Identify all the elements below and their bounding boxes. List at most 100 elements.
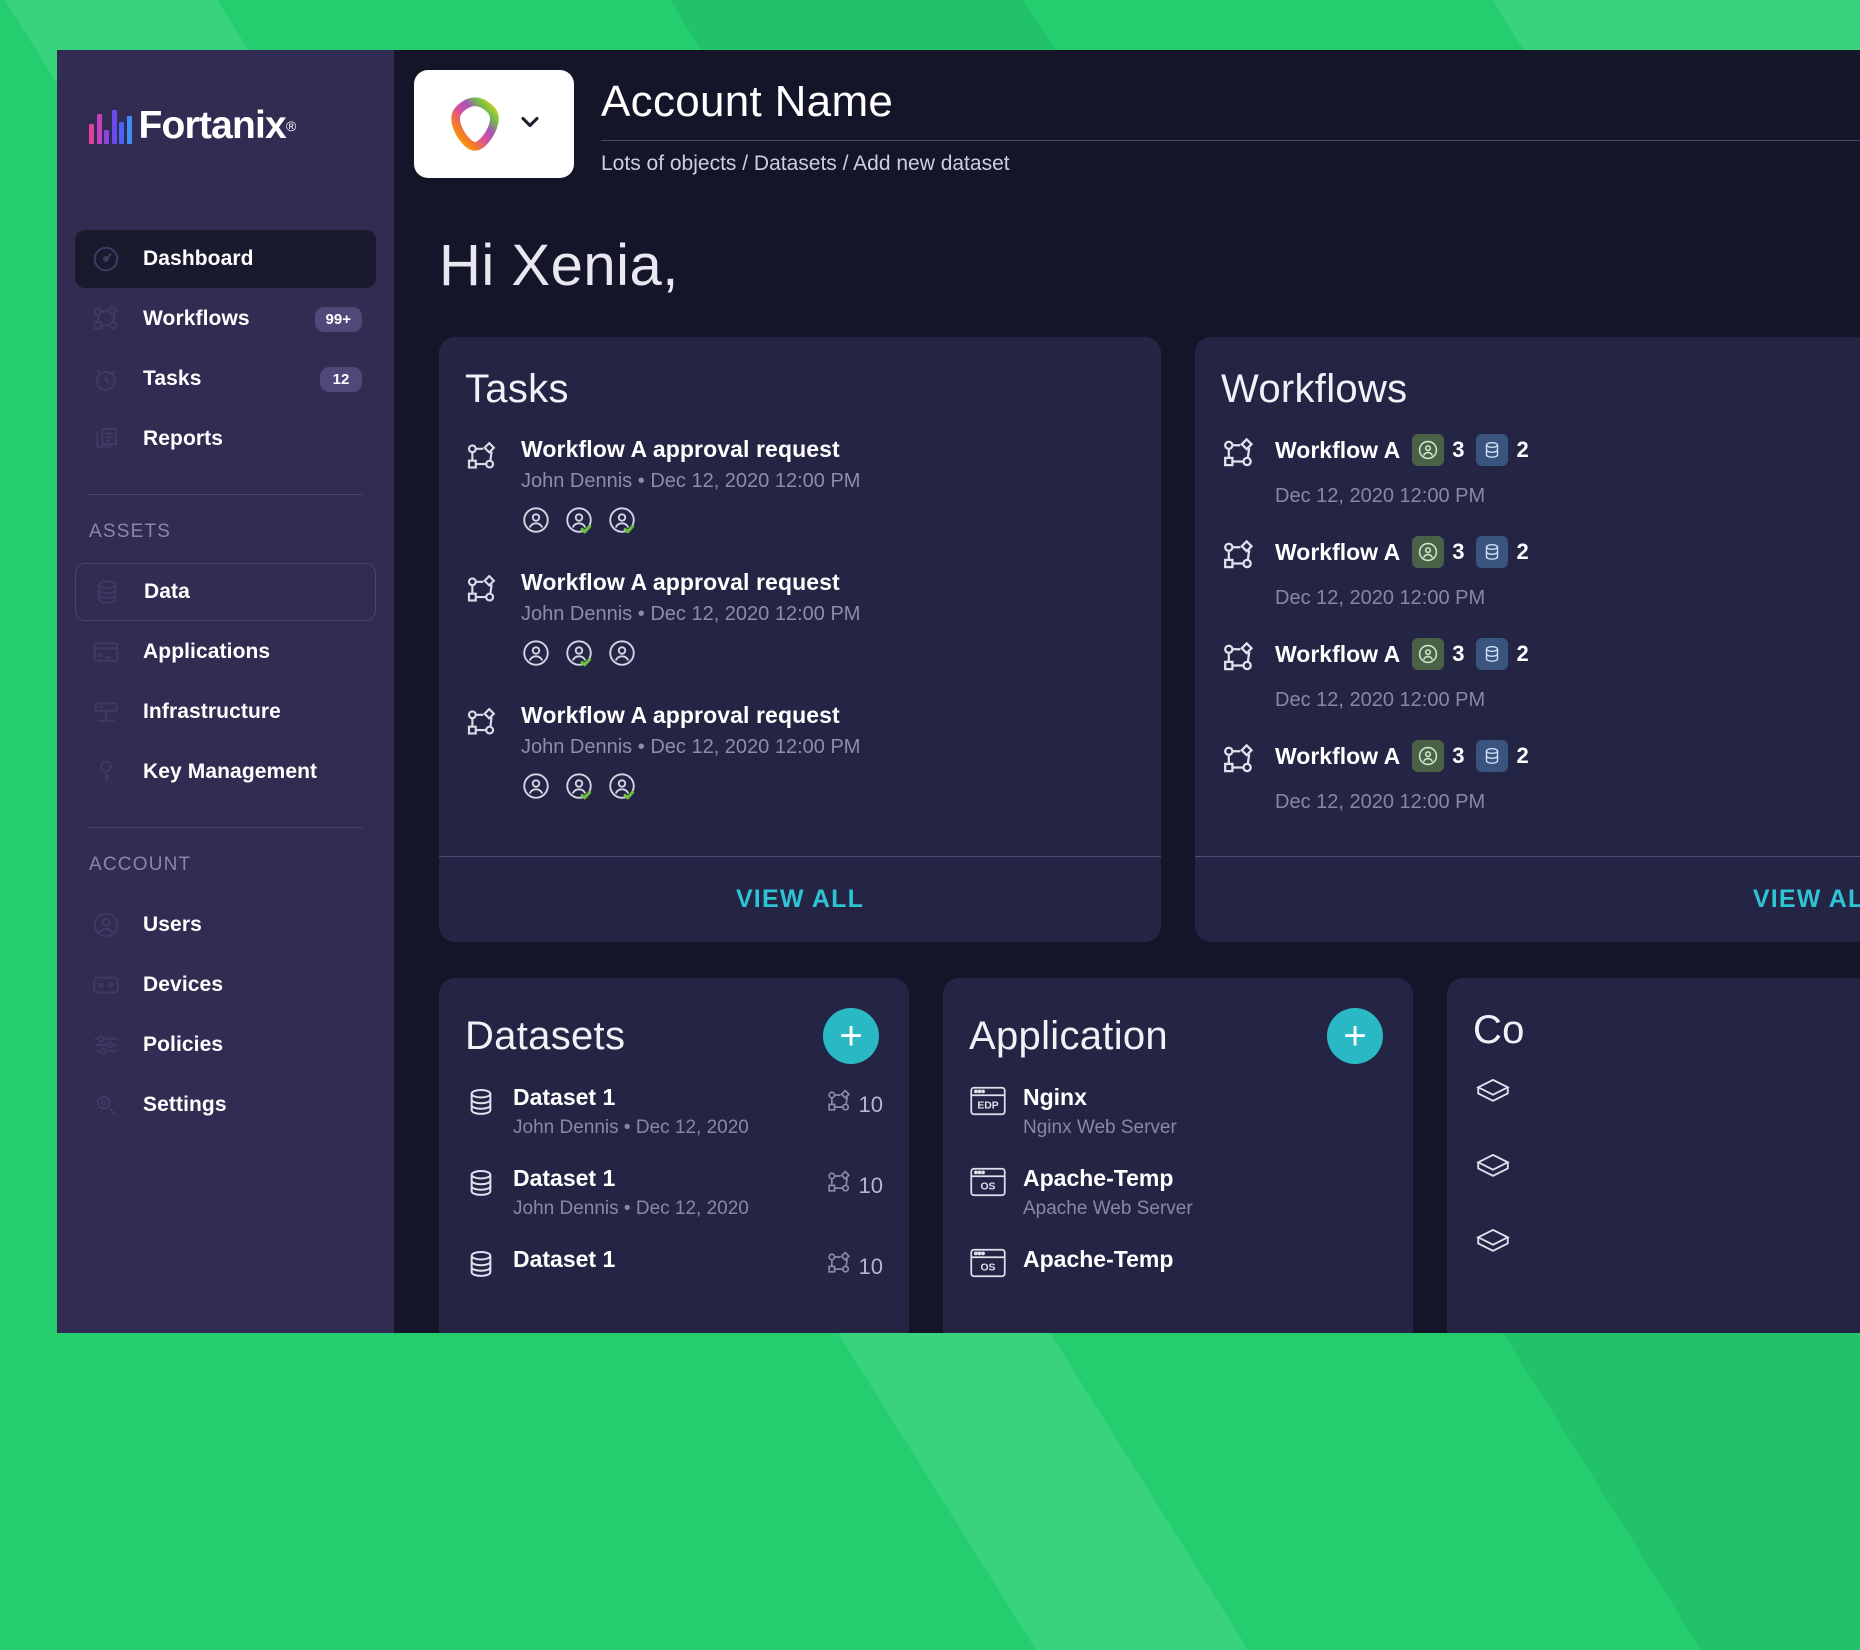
application-window-icon: EDP (969, 1084, 1009, 1121)
sidebar-item-data[interactable]: Data (75, 563, 376, 621)
tasks-list: Workflow A approval request John Dennis … (439, 412, 1161, 801)
workflow-users-count: 3 (1452, 539, 1465, 564)
database-icon (1476, 434, 1509, 466)
sidebar-item-label: Settings (143, 1093, 227, 1116)
workflows-card-title: Workflows (1221, 367, 1408, 411)
sidebar-item-dashboard[interactable]: Dashboard (75, 230, 376, 288)
sidebar-item-label: Tasks (143, 367, 202, 390)
workflow-datasets-count: 2 (1516, 743, 1529, 768)
dataset-row[interactable]: Dataset 1 John Dennis • Dec 12, 2020 10 (465, 1084, 883, 1139)
avatar[interactable] (564, 505, 594, 535)
sidebar-item-infrastructure[interactable]: Infrastructure (75, 683, 376, 741)
view-all-workflows-button[interactable]: VIEW ALL (1753, 885, 1860, 914)
sidebar-item-devices[interactable]: Devices (75, 956, 376, 1014)
avatar[interactable] (607, 638, 637, 668)
workflow-icon (465, 702, 501, 801)
sidebar-item-users[interactable]: Users (75, 896, 376, 954)
svg-text:EDP: EDP (977, 1101, 998, 1112)
avatar[interactable] (521, 505, 551, 535)
avatar[interactable] (564, 771, 594, 801)
application-row[interactable]: OS Apache-Temp Apache Web Server (969, 1165, 1387, 1220)
approver-avatars (521, 505, 1135, 535)
avatar[interactable] (607, 505, 637, 535)
sidebar-item-label: Reports (143, 427, 224, 450)
sidebar-item-reports[interactable]: Reports (75, 410, 376, 468)
application-row[interactable]: EDP Nginx Nginx Web Server (969, 1084, 1387, 1139)
workflow-row[interactable]: Workflow A 3 2 Dec 12, 2020 12:00 PM (1221, 740, 1860, 814)
workflow-name: Workflow A (1275, 538, 1401, 565)
workflow-users-count: 3 (1452, 437, 1465, 462)
workflow-datasets-count: 2 (1516, 641, 1529, 666)
workflow-name: Workflow A (1275, 640, 1401, 667)
application-desc: Nginx Web Server (1023, 1117, 1177, 1138)
sidebar-item-policies[interactable]: Policies (75, 1016, 376, 1074)
application-name: Apache-Temp (1023, 1246, 1174, 1272)
chevron-down-icon (516, 108, 544, 141)
task-meta: John Dennis • Dec 12, 2020 12:00 PM (521, 470, 1135, 493)
dataset-workflow-count: 10 (826, 1246, 883, 1283)
workflow-datasets-chip: 2 (1476, 434, 1529, 466)
workflow-row[interactable]: Workflow A 3 2 Dec 12, 2020 12:00 PM (1221, 536, 1860, 610)
brand-logo[interactable]: Fortanix ® (57, 50, 394, 170)
view-all-tasks-button[interactable]: VIEW ALL (736, 885, 864, 914)
device-icon (89, 968, 123, 1002)
workflow-row[interactable]: Workflow A 3 2 Dec 12, 2020 12:00 PM (1221, 434, 1860, 508)
workflow-datasets-count: 2 (1516, 437, 1529, 462)
sidebar-item-label: Dashboard (143, 247, 254, 270)
application-name: Nginx (1023, 1084, 1087, 1110)
application-row[interactable]: OS Apache-Temp (969, 1246, 1387, 1283)
sidebar-item-settings[interactable]: Settings (75, 1076, 376, 1134)
add-application-button[interactable]: + (1327, 1008, 1383, 1064)
sidebar-item-label: Infrastructure (143, 700, 281, 723)
workflow-datasets-chip: 2 (1476, 638, 1529, 670)
dataset-separator: • (623, 1117, 631, 1138)
brand-name: Fortanix (138, 104, 287, 147)
workflow-date: Dec 12, 2020 12:00 PM (1275, 791, 1486, 813)
connection-row[interactable] (1473, 1150, 1860, 1187)
sliders-icon (89, 1028, 123, 1062)
task-meta: John Dennis • Dec 12, 2020 12:00 PM (521, 736, 1135, 759)
user-icon (1412, 740, 1445, 772)
svg-text:OS: OS (981, 1263, 996, 1274)
workflow-icon (1221, 434, 1259, 477)
application-card-title: Application (969, 1013, 1168, 1058)
avatar[interactable] (521, 638, 551, 668)
dataset-author: John Dennis (513, 1117, 619, 1138)
task-row[interactable]: Workflow A approval request John Dennis … (465, 436, 1135, 535)
sidebar-divider (89, 827, 362, 828)
dataset-workflow-count: 10 (826, 1084, 883, 1121)
workflows-card: Workflows Workflow A 3 2 Dec 12, 2020 12… (1195, 337, 1860, 942)
add-dataset-button[interactable]: + (823, 1008, 879, 1064)
sidebar-badge-tasks: 12 (320, 366, 362, 392)
connection-row[interactable] (1473, 1225, 1860, 1262)
task-row[interactable]: Workflow A approval request John Dennis … (465, 569, 1135, 668)
connections-card-title: Co (1473, 1008, 1525, 1052)
sidebar-item-applications[interactable]: Applications (75, 623, 376, 681)
server-icon (89, 695, 123, 729)
task-row[interactable]: Workflow A approval request John Dennis … (465, 702, 1135, 801)
dataset-row[interactable]: Dataset 1 10 (465, 1246, 883, 1285)
task-date: Dec 12, 2020 12:00 PM (650, 603, 861, 625)
cards-row-bottom: Datasets + Dataset 1 John Dennis • Dec 1… (394, 978, 1860, 1333)
workflows-list: Workflow A 3 2 Dec 12, 2020 12:00 PM Wor… (1195, 412, 1860, 814)
sidebar-item-label: Key Management (143, 760, 318, 783)
application-card: Application + EDP Nginx Nginx Web Server… (943, 978, 1413, 1333)
sidebar-item-tasks[interactable]: Tasks 12 (75, 350, 376, 408)
connection-row[interactable] (1473, 1075, 1860, 1112)
account-switcher[interactable] (414, 70, 574, 178)
workflow-icon (89, 302, 123, 336)
database-icon (1476, 536, 1509, 568)
sidebar-item-key-management[interactable]: Key Management (75, 743, 376, 801)
tasks-card-footer: VIEW ALL (439, 856, 1161, 942)
avatar[interactable] (521, 771, 551, 801)
task-title: Workflow A approval request (521, 436, 840, 462)
dataset-row[interactable]: Dataset 1 John Dennis • Dec 12, 2020 10 (465, 1165, 883, 1220)
avatar[interactable] (564, 638, 594, 668)
sidebar-section-assets: ASSETS (89, 521, 172, 542)
workflow-users-count: 3 (1452, 641, 1465, 666)
connections-list (1447, 1053, 1860, 1262)
workflow-row[interactable]: Workflow A 3 2 Dec 12, 2020 12:00 PM (1221, 638, 1860, 712)
database-icon (465, 1165, 499, 1204)
sidebar-item-workflows[interactable]: Workflows 99+ (75, 290, 376, 348)
avatar[interactable] (607, 771, 637, 801)
